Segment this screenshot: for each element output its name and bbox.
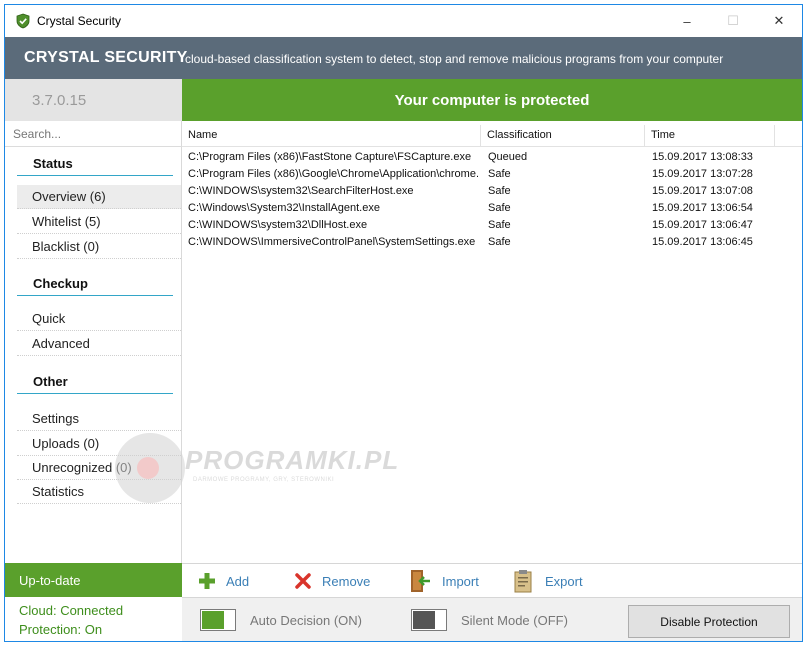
sidebar-item-uploads[interactable]: Uploads (0) (17, 432, 181, 456)
sidebar-item-label: Unrecognized (0) (32, 460, 132, 475)
title-bar: Crystal Security – ☐ ✕ (5, 5, 802, 37)
column-header-time[interactable]: Time (645, 125, 775, 147)
cell-name: C:\Program Files (x86)\FastStone Capture… (188, 151, 472, 163)
import-button[interactable]: Import (408, 569, 479, 593)
brand-title: CRYSTAL SECURITY (24, 49, 188, 66)
add-button[interactable]: Add (198, 569, 249, 593)
sidebar-item-label: Quick (32, 311, 66, 326)
cell-time: 15.09.2017 13:06:47 (652, 219, 753, 231)
table-row[interactable]: C:\Program Files (x86)\Google\Chrome\App… (182, 166, 802, 183)
maximize-button[interactable]: ☐ (710, 5, 756, 37)
search-box (5, 121, 182, 147)
main-panel: Your computer is protected Name Classifi… (182, 79, 802, 641)
sidebar-item-blacklist[interactable]: Blacklist (0) (17, 235, 181, 259)
cell-classification: Safe (488, 219, 511, 231)
sidebar-item-label: Settings (32, 411, 79, 426)
disable-protection-button[interactable]: Disable Protection (628, 605, 790, 638)
auto-decision-toggle[interactable] (200, 609, 236, 631)
sidebar-item-overview[interactable]: Overview (6) (17, 185, 181, 209)
column-header-name[interactable]: Name (182, 125, 481, 147)
shield-check-icon (16, 13, 30, 29)
sidebar-item-settings[interactable]: Settings (17, 407, 181, 431)
table-row[interactable]: C:\Program Files (x86)\FastStone Capture… (182, 149, 802, 166)
cell-name: C:\WINDOWS\ImmersiveControlPanel\SystemS… (188, 236, 476, 248)
minimize-button[interactable]: – (664, 5, 710, 37)
section-title-other: Other (33, 374, 68, 389)
cell-classification: Safe (488, 185, 511, 197)
section-title-checkup: Checkup (33, 276, 88, 291)
section-status: Status (17, 156, 173, 176)
sidebar-item-unrecognized[interactable]: Unrecognized (0) (17, 456, 181, 480)
protection-banner: Your computer is protected (182, 79, 802, 121)
silent-mode-toggle[interactable] (411, 609, 447, 631)
table-row[interactable]: C:\WINDOWS\system32\DllHost.exe Safe 15.… (182, 217, 802, 234)
search-input[interactable] (13, 126, 173, 142)
sidebar-item-quick[interactable]: Quick (17, 307, 181, 331)
cell-classification: Safe (488, 236, 511, 248)
auto-decision-label: Auto Decision (ON) (250, 613, 362, 628)
brand-tagline: cloud-based classification system to det… (185, 52, 724, 66)
cloud-status-label: Cloud: Connected (19, 603, 124, 618)
sidebar-item-label: Statistics (32, 484, 85, 499)
action-toolbar: Add Remove Import Export (182, 563, 802, 597)
sidebar: 3.7.0.15 Status Overview (6) Whitelist (… (5, 79, 182, 641)
sidebar-item-advanced[interactable]: Advanced (17, 332, 181, 356)
cell-time: 15.09.2017 13:07:28 (652, 168, 753, 180)
close-button[interactable]: ✕ (756, 5, 802, 37)
table-body: C:\Program Files (x86)\FastStone Capture… (182, 149, 802, 251)
x-icon (295, 573, 311, 589)
protection-banner-text: Your computer is protected (394, 91, 590, 109)
version-panel: 3.7.0.15 (5, 79, 182, 121)
section-other: Other (17, 374, 173, 394)
cell-classification: Safe (488, 168, 511, 180)
sidebar-item-label: Overview (6) (32, 189, 106, 204)
clipboard-export-icon (514, 570, 532, 593)
update-status-bar: Up-to-date (5, 563, 182, 597)
cell-classification: Safe (488, 202, 511, 214)
section-title-status: Status (33, 156, 73, 171)
remove-label: Remove (322, 573, 371, 589)
sidebar-item-label: Uploads (0) (32, 436, 100, 451)
cell-time: 15.09.2017 13:08:33 (652, 151, 753, 163)
sidebar-item-statistics[interactable]: Statistics (17, 480, 181, 504)
sidebar-item-whitelist[interactable]: Whitelist (5) (17, 210, 181, 234)
sidebar-item-label: Advanced (32, 336, 90, 351)
import-label: Import (442, 573, 479, 589)
cell-name: C:\WINDOWS\system32\DllHost.exe (188, 219, 368, 231)
plus-icon (199, 573, 215, 589)
cell-classification: Queued (488, 151, 528, 163)
cell-time: 15.09.2017 13:07:08 (652, 185, 753, 197)
silent-mode-label: Silent Mode (OFF) (461, 613, 568, 628)
protection-status-label: Protection: On (19, 622, 103, 637)
cell-name: C:\Program Files (x86)\Google\Chrome\App… (188, 168, 478, 180)
table-header: Name Classification Time (182, 125, 802, 147)
toggle-fill (413, 611, 435, 629)
sidebar-item-label: Whitelist (5) (32, 214, 101, 229)
version-label: 3.7.0.15 (32, 92, 87, 109)
connection-status: Cloud: Connected Protection: On (5, 597, 182, 641)
door-import-icon (411, 570, 430, 592)
window-title: Crystal Security (37, 14, 122, 28)
export-label: Export (545, 573, 583, 589)
column-header-classification[interactable]: Classification (481, 125, 645, 147)
update-status-label: Up-to-date (19, 573, 81, 588)
cell-name: C:\Windows\System32\InstallAgent.exe (188, 202, 380, 214)
toggle-fill (202, 611, 224, 629)
table-row[interactable]: C:\WINDOWS\system32\SearchFilterHost.exe… (182, 183, 802, 200)
export-button[interactable]: Export (513, 569, 583, 593)
sidebar-item-label: Blacklist (0) (32, 239, 100, 254)
table-row[interactable]: C:\WINDOWS\ImmersiveControlPanel\SystemS… (182, 234, 802, 251)
settings-bar: Auto Decision (ON) Silent Mode (OFF) Dis… (182, 597, 802, 641)
app-header: CRYSTAL SECURITY cloud-based classificat… (5, 37, 802, 79)
cell-name: C:\WINDOWS\system32\SearchFilterHost.exe (188, 185, 414, 197)
add-label: Add (226, 573, 250, 589)
cell-time: 15.09.2017 13:06:54 (652, 202, 753, 214)
remove-button[interactable]: Remove (294, 569, 370, 593)
app-window: Crystal Security – ☐ ✕ CRYSTAL SECURITY … (4, 4, 803, 642)
section-checkup: Checkup (17, 276, 173, 296)
table-row[interactable]: C:\Windows\System32\InstallAgent.exe Saf… (182, 200, 802, 217)
cell-time: 15.09.2017 13:06:45 (652, 236, 753, 248)
